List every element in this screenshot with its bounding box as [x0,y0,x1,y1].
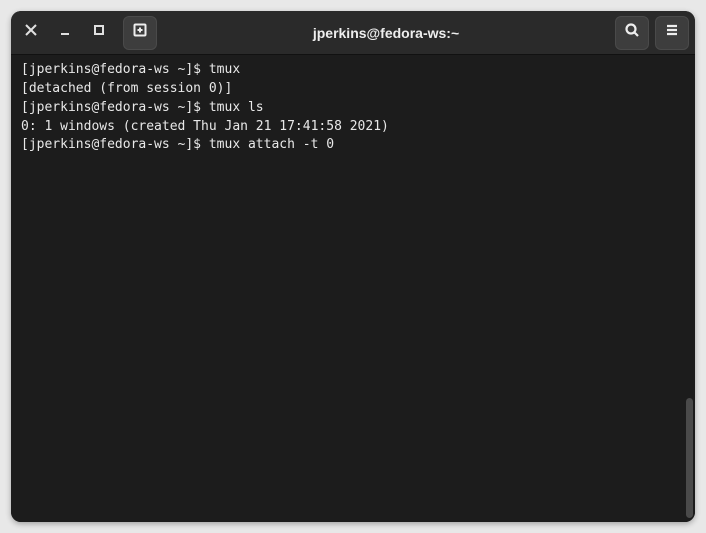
minimize-button[interactable] [51,19,79,47]
terminal-window: jperkins@fedora-ws:~ [jperkins@fedora-ws… [0,0,706,533]
terminal-line: [jperkins@fedora-ws ~]$ tmux ls [21,99,685,118]
search-button[interactable] [615,16,649,50]
terminal-line: [jperkins@fedora-ws ~]$ tmux [21,61,685,80]
command: tmux ls [209,100,264,115]
maximize-icon [92,23,106,42]
output: [detached (from session 0)] [21,81,232,96]
output: 0: 1 windows (created Thu Jan 21 17:41:5… [21,119,389,134]
terminal-line: 0: 1 windows (created Thu Jan 21 17:41:5… [21,118,685,137]
search-icon [624,22,640,43]
command: tmux [209,62,240,77]
titlebar: jperkins@fedora-ws:~ [11,11,695,55]
terminal-line: [detached (from session 0)] [21,80,685,99]
close-icon [24,23,38,42]
scrollbar[interactable] [686,398,693,518]
maximize-button[interactable] [85,19,113,47]
close-button[interactable] [17,19,45,47]
terminal-line: [jperkins@fedora-ws ~]$ tmux attach -t 0 [21,136,685,155]
new-tab-button[interactable] [123,16,157,50]
new-tab-icon [132,22,148,43]
window-title: jperkins@fedora-ws:~ [163,25,609,41]
command: tmux attach -t 0 [209,137,334,152]
minimize-icon [58,23,72,42]
hamburger-menu-button[interactable] [655,16,689,50]
hamburger-icon [664,22,680,43]
prompt: [jperkins@fedora-ws ~]$ [21,137,209,152]
terminal-body[interactable]: [jperkins@fedora-ws ~]$ tmux [detached (… [11,55,695,522]
window-frame: jperkins@fedora-ws:~ [jperkins@fedora-ws… [11,11,695,522]
prompt: [jperkins@fedora-ws ~]$ [21,62,209,77]
prompt: [jperkins@fedora-ws ~]$ [21,100,209,115]
